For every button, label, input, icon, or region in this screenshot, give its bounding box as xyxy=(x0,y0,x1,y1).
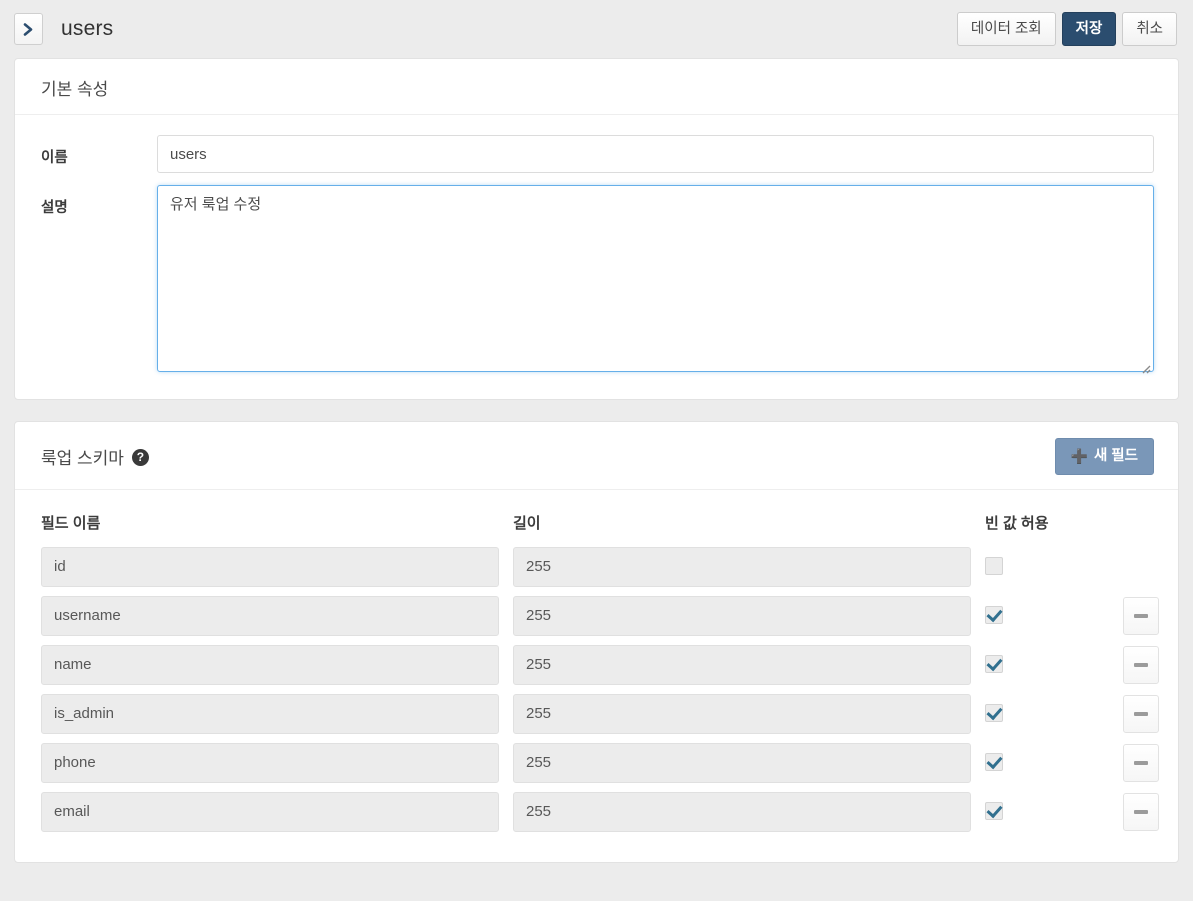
save-button[interactable]: 저장 xyxy=(1061,11,1117,47)
remove-field-placeholder xyxy=(1123,548,1159,586)
minus-icon xyxy=(1134,662,1148,667)
allow-empty-checkbox[interactable] xyxy=(985,704,1003,723)
allow-empty-checkbox[interactable] xyxy=(985,753,1003,772)
lookup-schema-header: 룩업 스키마 ? ➕ 새 필드 xyxy=(15,422,1178,490)
field-name-cell xyxy=(41,742,499,783)
field-name-input[interactable] xyxy=(41,644,499,685)
allow-empty-checkbox xyxy=(985,557,1003,576)
field-name-input[interactable] xyxy=(41,595,499,636)
basic-properties-title: 기본 속성 xyxy=(41,80,109,99)
question-mark-icon[interactable]: ? xyxy=(131,448,149,466)
row-actions-cell xyxy=(1123,548,1183,586)
description-label: 설명 xyxy=(41,200,68,216)
allow-empty-checkbox[interactable] xyxy=(985,655,1003,674)
field-name-input[interactable] xyxy=(41,791,499,832)
remove-field-button[interactable] xyxy=(1123,792,1159,831)
add-new-field-label: 새 필드 xyxy=(1093,448,1138,464)
remove-field-button[interactable] xyxy=(1123,694,1159,733)
field-name-input[interactable] xyxy=(41,693,499,734)
allow-empty-checkbox[interactable] xyxy=(985,606,1003,625)
lookup-schema-card: 룩업 스키마 ? ➕ 새 필드 필드 이름 길이 빈 값 허용 xyxy=(14,421,1179,863)
page-toolbar: users 데이터 조회 저장 취소 xyxy=(0,0,1193,58)
schema-column-headers: 필드 이름 길이 빈 값 허용 xyxy=(41,512,1154,545)
basic-properties-body: 이름 설명 xyxy=(15,115,1178,399)
field-length-input[interactable] xyxy=(513,644,971,685)
expand-sidebar-button[interactable] xyxy=(14,13,43,45)
minus-icon xyxy=(1134,760,1148,765)
card-gap xyxy=(0,400,1193,421)
allow-empty-cell xyxy=(985,655,1103,674)
field-length-input[interactable] xyxy=(513,693,971,734)
chevron-right-icon xyxy=(23,22,34,36)
row-actions-cell xyxy=(1123,645,1183,684)
remove-field-button[interactable] xyxy=(1123,743,1159,782)
table-row xyxy=(41,546,1154,587)
field-name-cell xyxy=(41,595,499,636)
minus-icon xyxy=(1134,809,1148,814)
table-row xyxy=(41,595,1159,636)
row-actions-cell xyxy=(1123,694,1183,733)
minus-icon xyxy=(1134,613,1148,618)
allow-empty-checkbox[interactable] xyxy=(985,802,1003,821)
field-length-cell xyxy=(513,742,971,783)
row-actions-cell xyxy=(1123,743,1183,782)
field-length-cell xyxy=(513,595,971,636)
name-form-row: 이름 xyxy=(41,135,1154,173)
basic-properties-header: 기본 속성 xyxy=(15,59,1178,115)
description-textarea-wrapper xyxy=(157,185,1154,377)
field-name-cell xyxy=(41,546,499,587)
cancel-button[interactable]: 취소 xyxy=(1122,11,1177,47)
toolbar-actions: 데이터 조회 저장 취소 xyxy=(956,11,1177,47)
column-header-length: 길이 xyxy=(513,514,541,532)
field-name-cell xyxy=(41,791,499,832)
row-actions-cell xyxy=(1123,792,1183,831)
field-length-input[interactable] xyxy=(513,546,971,587)
basic-properties-card: 기본 속성 이름 설명 xyxy=(14,58,1179,400)
name-input[interactable] xyxy=(157,135,1154,173)
allow-empty-cell xyxy=(985,704,1103,723)
field-length-input[interactable] xyxy=(513,791,971,832)
remove-field-button[interactable] xyxy=(1123,645,1159,684)
app-page: users 데이터 조회 저장 취소 기본 속성 이름 설명 xyxy=(0,0,1193,901)
remove-field-button[interactable] xyxy=(1123,596,1159,635)
field-name-cell xyxy=(41,693,499,734)
field-name-input[interactable] xyxy=(41,546,499,587)
view-data-button[interactable]: 데이터 조회 xyxy=(956,11,1056,47)
add-new-field-button[interactable]: ➕ 새 필드 xyxy=(1054,438,1154,475)
minus-icon xyxy=(1134,711,1148,716)
page-title: users xyxy=(61,17,114,40)
row-actions-cell xyxy=(1123,596,1183,635)
schema-rows xyxy=(41,546,1159,832)
lookup-schema-title: 룩업 스키마 xyxy=(41,448,124,468)
table-row xyxy=(41,742,1159,783)
allow-empty-cell xyxy=(985,606,1103,625)
allow-empty-cell xyxy=(985,802,1103,821)
name-label: 이름 xyxy=(41,150,68,166)
column-header-allow-empty: 빈 값 허용 xyxy=(985,514,1049,532)
table-row xyxy=(41,644,1159,685)
field-length-cell xyxy=(513,791,971,832)
field-length-cell xyxy=(513,693,971,734)
description-textarea[interactable] xyxy=(157,185,1154,372)
field-length-input[interactable] xyxy=(513,595,971,636)
field-length-input[interactable] xyxy=(513,742,971,783)
field-name-input[interactable] xyxy=(41,742,499,783)
field-name-cell xyxy=(41,644,499,685)
plus-icon: ➕ xyxy=(1070,448,1088,465)
field-length-cell xyxy=(513,546,971,587)
table-row xyxy=(41,791,1159,832)
allow-empty-cell xyxy=(985,557,1103,576)
field-length-cell xyxy=(513,644,971,685)
table-row xyxy=(41,693,1159,734)
lookup-schema-body: 필드 이름 길이 빈 값 허용 xyxy=(15,490,1178,862)
description-form-row: 설명 xyxy=(41,185,1154,377)
allow-empty-cell xyxy=(985,753,1103,772)
column-header-field-name: 필드 이름 xyxy=(41,514,101,532)
